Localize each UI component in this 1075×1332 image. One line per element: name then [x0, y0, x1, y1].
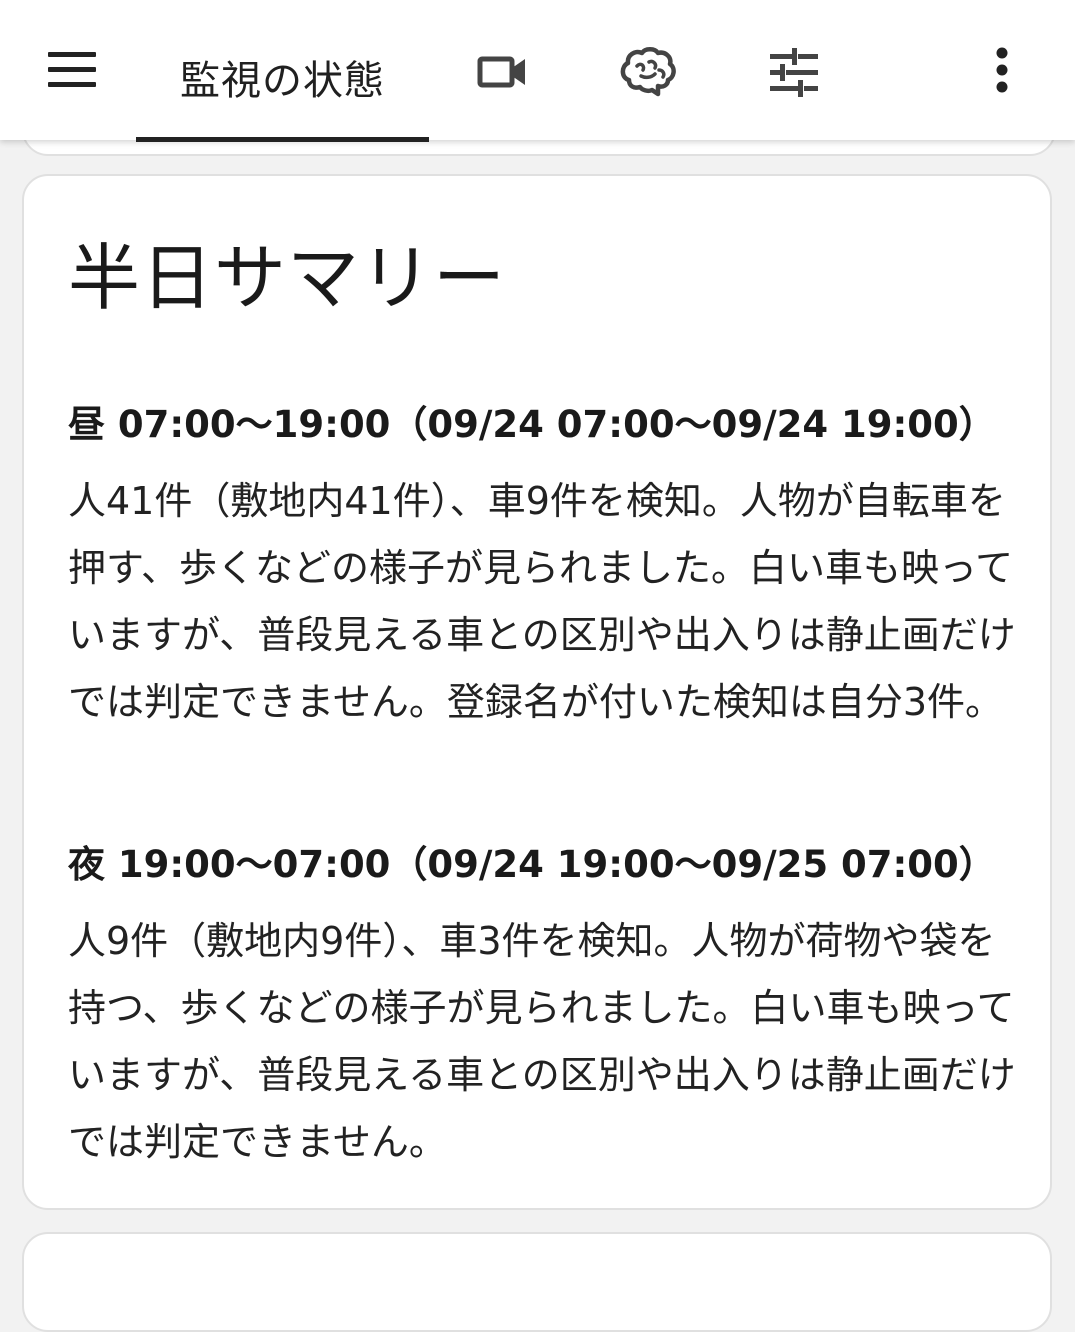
tab-ai-analysis[interactable] — [615, 40, 679, 104]
day-summary-text: 人41件（敷地内41件）、車9件を検知。人物が自転車を押す、歩くなどの様子が見ら… — [68, 479, 1016, 724]
day-summary-section: 昼 07:00〜19:00（09/24 07:00〜09/24 19:00） 人… — [68, 402, 1018, 736]
tab-settings-tune[interactable] — [762, 40, 826, 104]
hamburger-menu-icon[interactable] — [48, 52, 98, 88]
video-camera-icon — [477, 56, 525, 88]
next-card — [22, 1232, 1052, 1332]
night-summary-heading: 夜 19:00〜07:00（09/24 19:00〜09/25 07:00） — [68, 843, 996, 886]
app-bar: 監視の状態 — [0, 0, 1075, 142]
more-vertical-icon — [996, 47, 1008, 93]
ai-brain-icon — [620, 47, 676, 97]
tab-monitoring-status-label: 監視の状態 — [180, 58, 385, 104]
more-options-button[interactable] — [980, 40, 1024, 104]
tab-monitoring-status[interactable]: 監視の状態 — [136, 0, 429, 142]
night-summary-text: 人9件（敷地内9件）、車3件を検知。人物が荷物や袋を持つ、歩くなどの様子が見られ… — [68, 919, 1016, 1164]
active-tab-indicator — [136, 137, 429, 142]
night-summary-section: 夜 19:00〜07:00（09/24 19:00〜09/25 07:00） 人… — [68, 842, 1018, 1176]
card-title: 半日サマリー — [68, 236, 507, 320]
tune-sliders-icon — [770, 48, 818, 97]
tab-video[interactable] — [470, 40, 534, 104]
day-summary-heading: 昼 07:00〜19:00（09/24 07:00〜09/24 19:00） — [68, 403, 996, 446]
half-day-summary-card: 半日サマリー 昼 07:00〜19:00（09/24 07:00〜09/24 1… — [22, 174, 1052, 1210]
